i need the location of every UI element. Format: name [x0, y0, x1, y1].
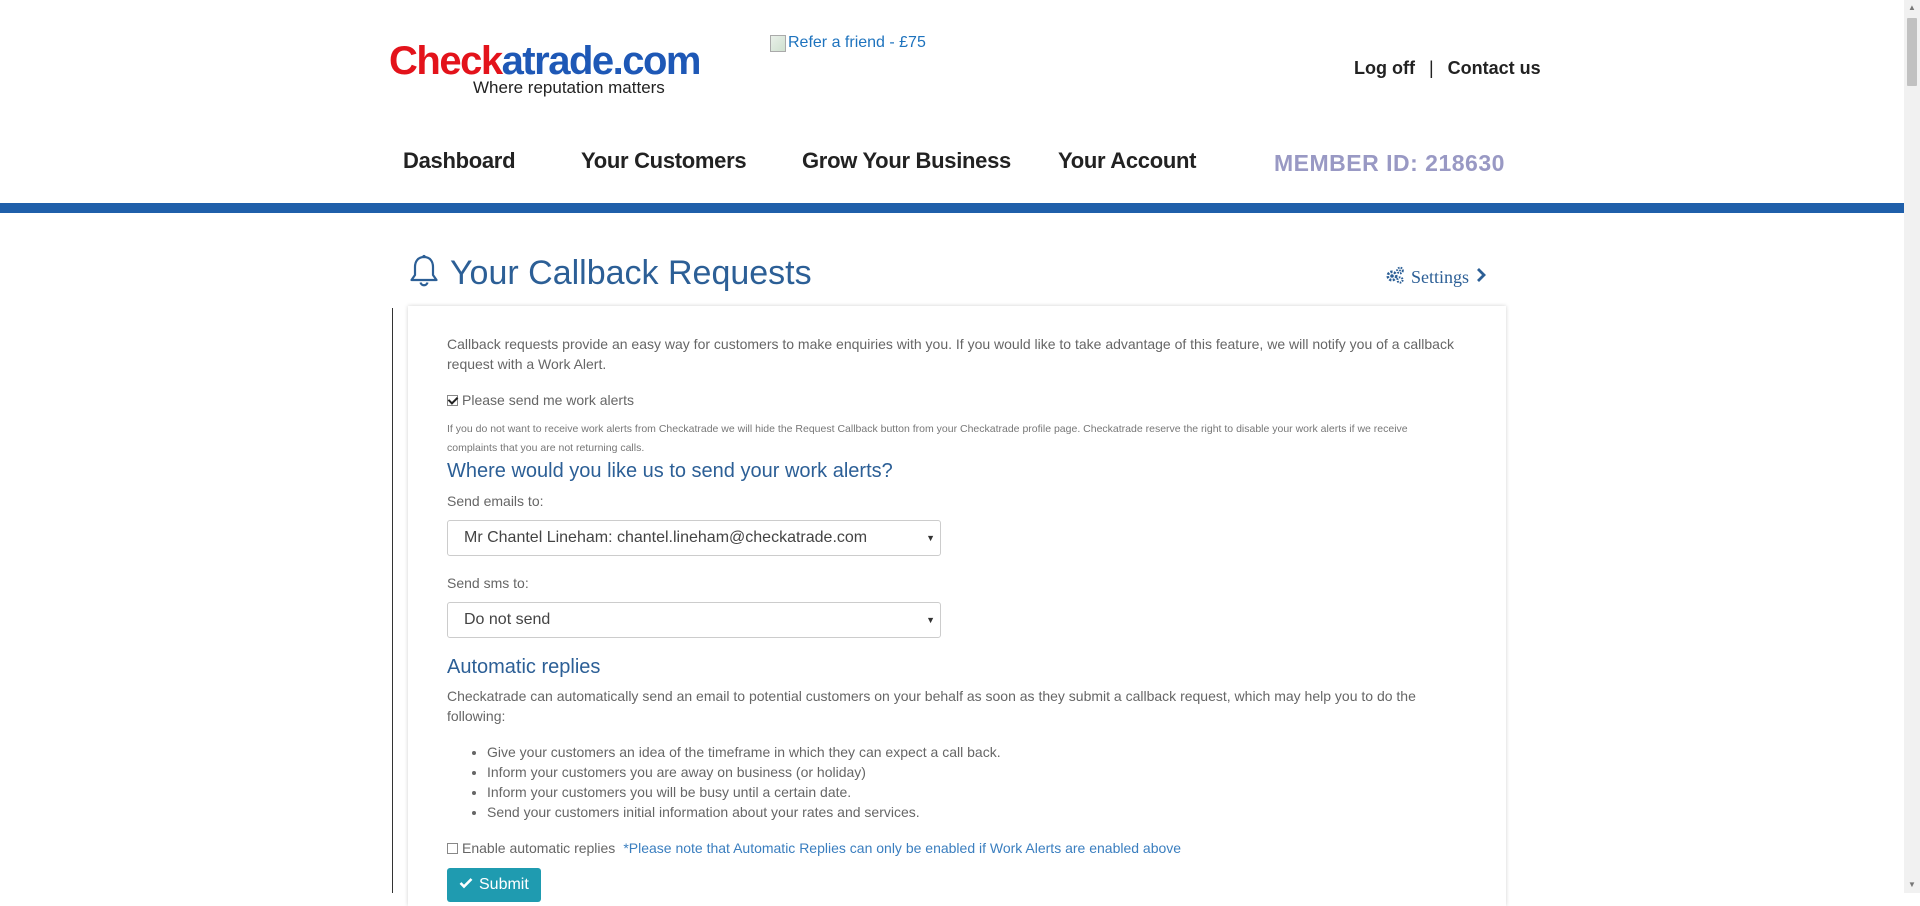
scroll-down-arrow-icon[interactable]: ▼: [1904, 877, 1920, 893]
gears-icon: [1385, 266, 1405, 289]
automatic-replies-heading: Automatic replies: [447, 656, 601, 678]
logo-text-red: Chec: [389, 39, 482, 83]
chevron-right-icon: [1475, 267, 1487, 288]
settings-link[interactable]: Settings: [1385, 266, 1487, 289]
dropdown-caret-icon: ▼: [926, 533, 935, 543]
header-divider-bar: [0, 203, 1904, 213]
page-header: Your Callback Requests: [408, 254, 812, 293]
automatic-replies-description: Checkatrade can automatically send an em…: [447, 688, 1416, 724]
log-off-link[interactable]: Log off: [1354, 58, 1415, 79]
scroll-up-arrow-icon[interactable]: ▲: [1904, 0, 1920, 16]
sms-label: Send sms to:: [447, 575, 529, 591]
nav-grow-your-business[interactable]: Grow Your Business: [802, 148, 1011, 174]
send-alerts-heading: Where would you like us to send your wor…: [447, 460, 893, 482]
checkatrade-logo[interactable]: Checkatrade.com Where reputation matters: [389, 38, 701, 98]
email-label: Send emails to:: [447, 493, 544, 509]
submit-label: Submit: [479, 876, 529, 893]
logo-text-blue: atrade.com: [501, 39, 702, 83]
member-id: MEMBER ID: 218630: [1274, 150, 1505, 176]
check-icon: [459, 876, 473, 894]
settings-label: Settings: [1411, 267, 1470, 287]
page-scrollbar[interactable]: ▲ ▼: [1904, 0, 1920, 893]
email-select-value: Mr Chantel Lineham: chantel.lineham@chec…: [464, 529, 868, 546]
contact-us-link[interactable]: Contact us: [1448, 58, 1541, 79]
work-alerts-disclaimer: If you do not want to receive work alert…: [447, 423, 1408, 454]
work-alerts-checkbox[interactable]: [447, 395, 458, 406]
email-select[interactable]: Mr Chantel Lineham: chantel.lineham@chec…: [447, 520, 941, 556]
logo-text-k: k: [480, 39, 503, 83]
refer-a-friend-alt-text: Refer a friend - £75: [788, 34, 926, 51]
nav-your-customers[interactable]: Your Customers: [581, 148, 747, 174]
list-item: Inform your customers you will be busy u…: [487, 782, 1001, 802]
auto-replies-note: *Please note that Automatic Replies can …: [623, 840, 1182, 856]
nav-dashboard[interactable]: Dashboard: [403, 148, 516, 174]
bell-icon: [408, 254, 440, 293]
broken-image-icon: [770, 34, 786, 52]
enable-auto-replies-row[interactable]: Enable automatic replies *Please note tha…: [447, 840, 1181, 856]
link-separator: |: [1428, 58, 1434, 78]
list-item: Send your customers initial information …: [487, 802, 1001, 822]
intro-text: Callback requests provide an easy way fo…: [447, 336, 1454, 372]
scroll-thumb[interactable]: [1907, 18, 1917, 86]
refer-a-friend-link[interactable]: Refer a friend - £75: [770, 34, 926, 52]
automatic-replies-benefits: Give your customers an idea of the timef…: [447, 742, 1001, 822]
nav-your-account[interactable]: Your Account: [1058, 148, 1196, 174]
work-alerts-row[interactable]: Please send me work alerts: [447, 392, 634, 408]
sms-select[interactable]: Do not send ▼: [447, 602, 941, 638]
left-border-line: [392, 308, 393, 893]
list-item: Give your customers an idea of the timef…: [487, 742, 1001, 762]
logo-tagline: Where reputation matters: [473, 78, 665, 97]
submit-button[interactable]: Submit: [447, 868, 541, 902]
main-nav: Dashboard Your Customers Grow Your Busin…: [0, 148, 1904, 178]
sms-select-value: Do not send: [464, 611, 551, 628]
page-title: Your Callback Requests: [450, 254, 812, 292]
dropdown-caret-icon: ▼: [926, 615, 935, 625]
work-alerts-label: Please send me work alerts: [462, 392, 634, 408]
enable-auto-replies-label: Enable automatic replies: [462, 840, 616, 856]
enable-auto-replies-checkbox[interactable]: [447, 843, 458, 854]
list-item: Inform your customers you are away on bu…: [487, 762, 1001, 782]
top-links: Log off | Contact us: [1354, 58, 1541, 79]
